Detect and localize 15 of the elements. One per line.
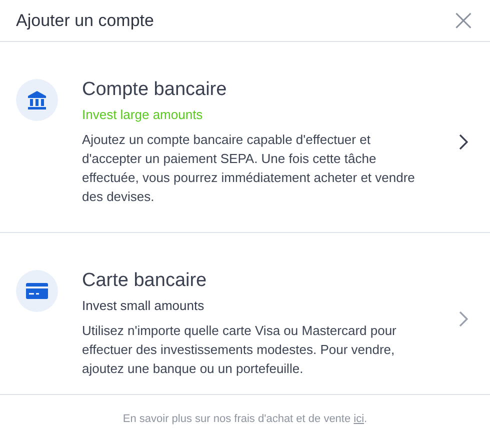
option-subtitle: Invest small amounts bbox=[82, 298, 206, 313]
option-title: Compte bancaire bbox=[82, 79, 228, 101]
credit-card-icon bbox=[26, 283, 48, 299]
fees-link[interactable]: ici bbox=[354, 413, 364, 425]
chevron-right-icon bbox=[459, 310, 468, 326]
close-button[interactable]: × bbox=[446, 6, 480, 36]
option-title: Carte bancaire bbox=[82, 270, 208, 292]
option-subtitle: Invest large amounts bbox=[82, 107, 204, 122]
option-description: Ajoutez un compte bancaire capable d'effectuer et d'accepter un paiement SEPA. Une fois cette tâche effectuée, vous pourrez immédiatement acheter et vendre des devises. bbox=[82, 131, 416, 206]
account-option[interactable]: Carte bancaire Invest small amounts Utilisez n'importe quelle carte Visa ou Mastercard pour effectuer des investissements modestes. Pour vendre, ajoutez une banque ou un portefeuille. bbox=[0, 233, 490, 395]
chevron-right-icon bbox=[459, 134, 468, 150]
footer-text: En savoir plus sur nos frais d'achat et de vente ici. bbox=[122, 413, 368, 425]
option-description: Utilisez n'importe quelle carte Visa ou Mastercard pour effectuer des investissements modestes. Pour vendre, ajoutez une banque ou un portefeuille. bbox=[82, 322, 398, 378]
bank-icon bbox=[27, 90, 47, 110]
dialog-title: Ajouter un compte bbox=[16, 10, 154, 30]
